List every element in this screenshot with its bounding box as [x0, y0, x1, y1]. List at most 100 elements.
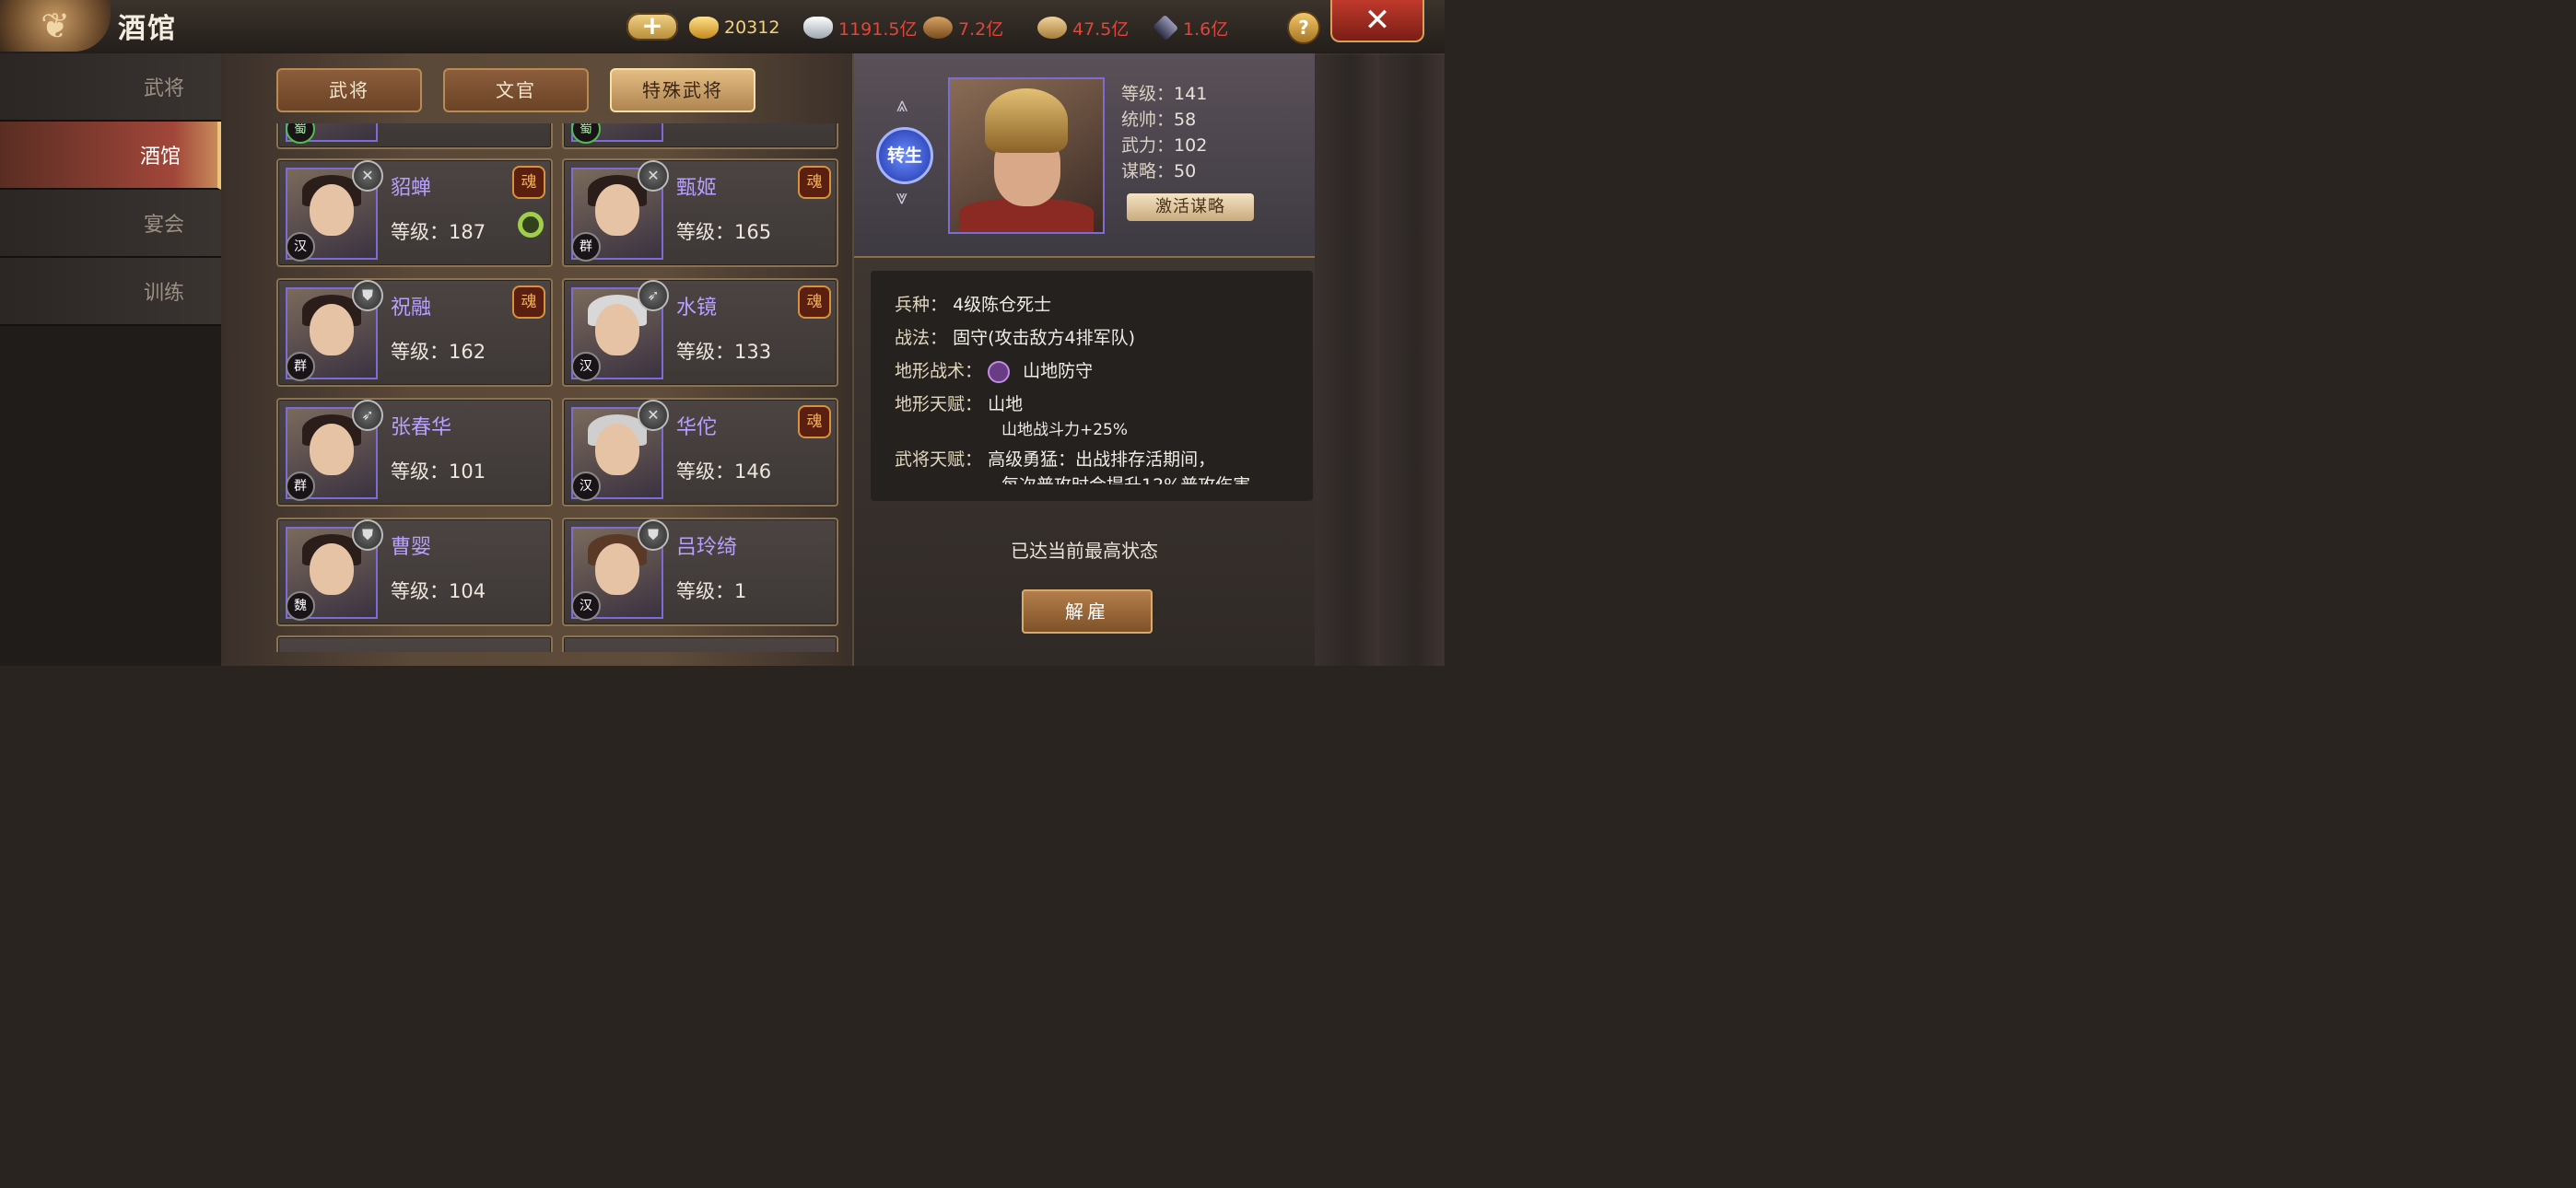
terrain-skill-value: 山地防守 — [1023, 361, 1094, 381]
general-portrait: 蜀 — [286, 123, 378, 144]
faction-badge: 蜀 — [286, 123, 315, 144]
max-state-text: 已达当前最高状态 — [1011, 540, 1158, 562]
general-name: 祝融 — [391, 297, 432, 320]
sidebar-item-banquet[interactable]: 宴会 — [0, 190, 221, 258]
faction-badge: 汉 — [571, 352, 601, 381]
list-item[interactable]: 汉 ⛊ 吕玲绮 等级：1 — [562, 518, 838, 626]
general-level: 等级：146 — [676, 460, 772, 483]
general-level: 等级：162 — [391, 341, 486, 363]
jade-ring-icon — [518, 212, 544, 238]
list-item[interactable]: 魏 ⛊ 曹婴 等级：104 — [276, 518, 553, 626]
dragon-emblem-icon: ❦ — [0, 0, 111, 52]
grain-resource: 47.5亿 — [1037, 14, 1129, 41]
sidebar-item-training[interactable]: 训练 — [0, 258, 221, 326]
general-stats: 等级：141 统帅：58 武力：102 谋略：50 — [1121, 81, 1207, 184]
faction-badge: 群 — [571, 232, 601, 262]
troop-row: 兵种： 4级陈仓死士 — [895, 291, 1051, 316]
activate-strategy-button[interactable]: 激活谋略 — [1127, 193, 1254, 221]
wood-resource: 7.2亿 — [923, 14, 1003, 41]
general-talent-row: 武将天赋： 高级勇猛：出战排存活期间， — [895, 446, 1215, 471]
general-info-box: 兵种： 4级陈仓死士 战法： 固守(攻击敌方4排军队) 地形战术： 山地防守 地… — [871, 271, 1313, 501]
general-list[interactable]: 蜀 蜀 汉 ✕ 貂蝉 等级：187 魂 群 ✕ 甄姬 等级：165 魂 群 ⛊ … — [276, 123, 838, 652]
list-item[interactable] — [276, 635, 553, 652]
tab-generals[interactable]: 武将 — [276, 68, 422, 112]
general-name: 吕玲绮 — [676, 536, 738, 559]
tab-civil-officers[interactable]: 文官 — [443, 68, 589, 112]
list-item[interactable]: 群 ➶ 张春华 等级：101 — [276, 398, 553, 507]
stat-value: 58 — [1174, 110, 1197, 130]
general-level: 等级：187 — [391, 221, 486, 243]
stat-value: 102 — [1174, 135, 1208, 156]
faction-badge: 群 — [286, 352, 315, 381]
close-icon: ✕ — [352, 160, 383, 192]
dismiss-button[interactable]: 解雇 — [1022, 589, 1153, 634]
sidebar-item-label: 武将 — [143, 77, 184, 100]
general-name: 曹婴 — [391, 536, 432, 559]
general-name: 张春华 — [391, 416, 452, 439]
detail-header: ⩓ 转生 ⩔ 等级：141 统帅：58 武力：102 谋略：50 激活谋略 — [854, 53, 1315, 258]
list-item[interactable] — [562, 635, 838, 652]
bow-icon: ➶ — [638, 280, 669, 311]
wood-log-icon — [923, 17, 953, 39]
general-name: 貂蝉 — [391, 177, 432, 200]
page-title: 酒馆 — [118, 13, 177, 45]
grain-amount: 47.5亿 — [1072, 18, 1130, 40]
sidebar-item-label: 训练 — [143, 282, 184, 305]
bow-icon: ➶ — [352, 400, 383, 431]
next-general-icon[interactable]: ⩔ — [882, 186, 922, 210]
gold-resource: 20312 — [689, 14, 779, 41]
terrain-skill-row: 地形战术： 山地防守 — [895, 357, 1093, 383]
general-detail-panel: ⩓ 转生 ⩔ 等级：141 统帅：58 武力：102 谋略：50 激活谋略 兵种… — [852, 53, 1315, 666]
sidebar-item-label: 酒馆 — [139, 146, 181, 169]
sidebar-item-generals[interactable]: 武将 — [0, 53, 221, 122]
close-button[interactable]: ✕ — [1330, 0, 1424, 42]
soul-icon: 魂 — [798, 285, 831, 319]
faction-badge: 群 — [286, 472, 315, 501]
help-button[interactable]: ? — [1287, 11, 1320, 44]
general-talent-value: 高级勇猛：出战排存活期间， — [988, 449, 1216, 470]
list-item[interactable]: 汉 ✕ 貂蝉 等级：187 魂 — [276, 158, 553, 267]
faction-badge: 汉 — [571, 472, 601, 501]
list-item[interactable]: 汉 ➶ 水镜 等级：133 魂 — [562, 278, 838, 387]
stat-label: 谋略： — [1121, 161, 1175, 181]
shield-icon: ⛊ — [352, 280, 383, 311]
crystal-icon — [1152, 14, 1179, 41]
terrain-talent-value: 山地 — [988, 394, 1024, 414]
list-item[interactable]: 群 ✕ 甄姬 等级：165 魂 — [562, 158, 838, 267]
soul-icon: 魂 — [798, 166, 831, 199]
add-currency-button[interactable]: + — [626, 13, 678, 41]
close-icon: ✕ — [638, 400, 669, 431]
general-talent-label: 武将天赋： — [895, 449, 983, 470]
gold-amount: 20312 — [724, 17, 780, 38]
faction-badge: 汉 — [286, 232, 315, 262]
sidebar-item-tavern[interactable]: 酒馆 — [0, 122, 221, 190]
tab-special-generals[interactable]: 特殊武将 — [610, 68, 755, 112]
sidebar: 武将 酒馆 宴会 训练 — [0, 53, 221, 666]
silver-ingot-icon — [803, 17, 833, 39]
crystal-amount: 1.6亿 — [1183, 18, 1229, 40]
list-item[interactable]: 汉 ✕ 华佗 等级：146 魂 — [562, 398, 838, 507]
previous-general-icon[interactable]: ⩓ — [882, 94, 922, 118]
soul-icon: 魂 — [798, 405, 831, 438]
general-level: 等级：165 — [676, 221, 772, 243]
silver-amount: 1191.5亿 — [838, 18, 918, 40]
general-name: 甄姬 — [676, 177, 718, 200]
general-level: 等级：101 — [391, 460, 486, 483]
list-item[interactable]: 群 ⛊ 祝融 等级：162 魂 — [276, 278, 553, 387]
list-item[interactable]: 蜀 — [276, 123, 553, 149]
stat-value: 50 — [1174, 161, 1197, 181]
rebirth-button[interactable]: 转生 — [876, 127, 933, 184]
tactic-label: 战法： — [895, 328, 948, 348]
tactic-row: 战法： 固守(攻击敌方4排军队) — [895, 324, 1135, 349]
troop-label: 兵种： — [895, 295, 948, 315]
silver-resource: 1191.5亿 — [803, 14, 917, 41]
general-list-panel: 武将 文官 特殊武将 蜀 蜀 汉 ✕ 貂蝉 等级：187 魂 群 ✕ 甄姬 等级… — [221, 53, 852, 666]
stat-label: 等级： — [1121, 84, 1175, 104]
terrain-skill-label: 地形战术： — [895, 361, 983, 381]
grain-sack-icon — [1037, 17, 1067, 39]
general-name: 华佗 — [676, 416, 718, 439]
terrain-skill-icon — [988, 360, 1011, 383]
terrain-talent-effect: 山地战斗力+25% — [1001, 421, 1129, 439]
list-item[interactable]: 蜀 — [562, 123, 838, 149]
stat-value: 141 — [1174, 84, 1208, 104]
